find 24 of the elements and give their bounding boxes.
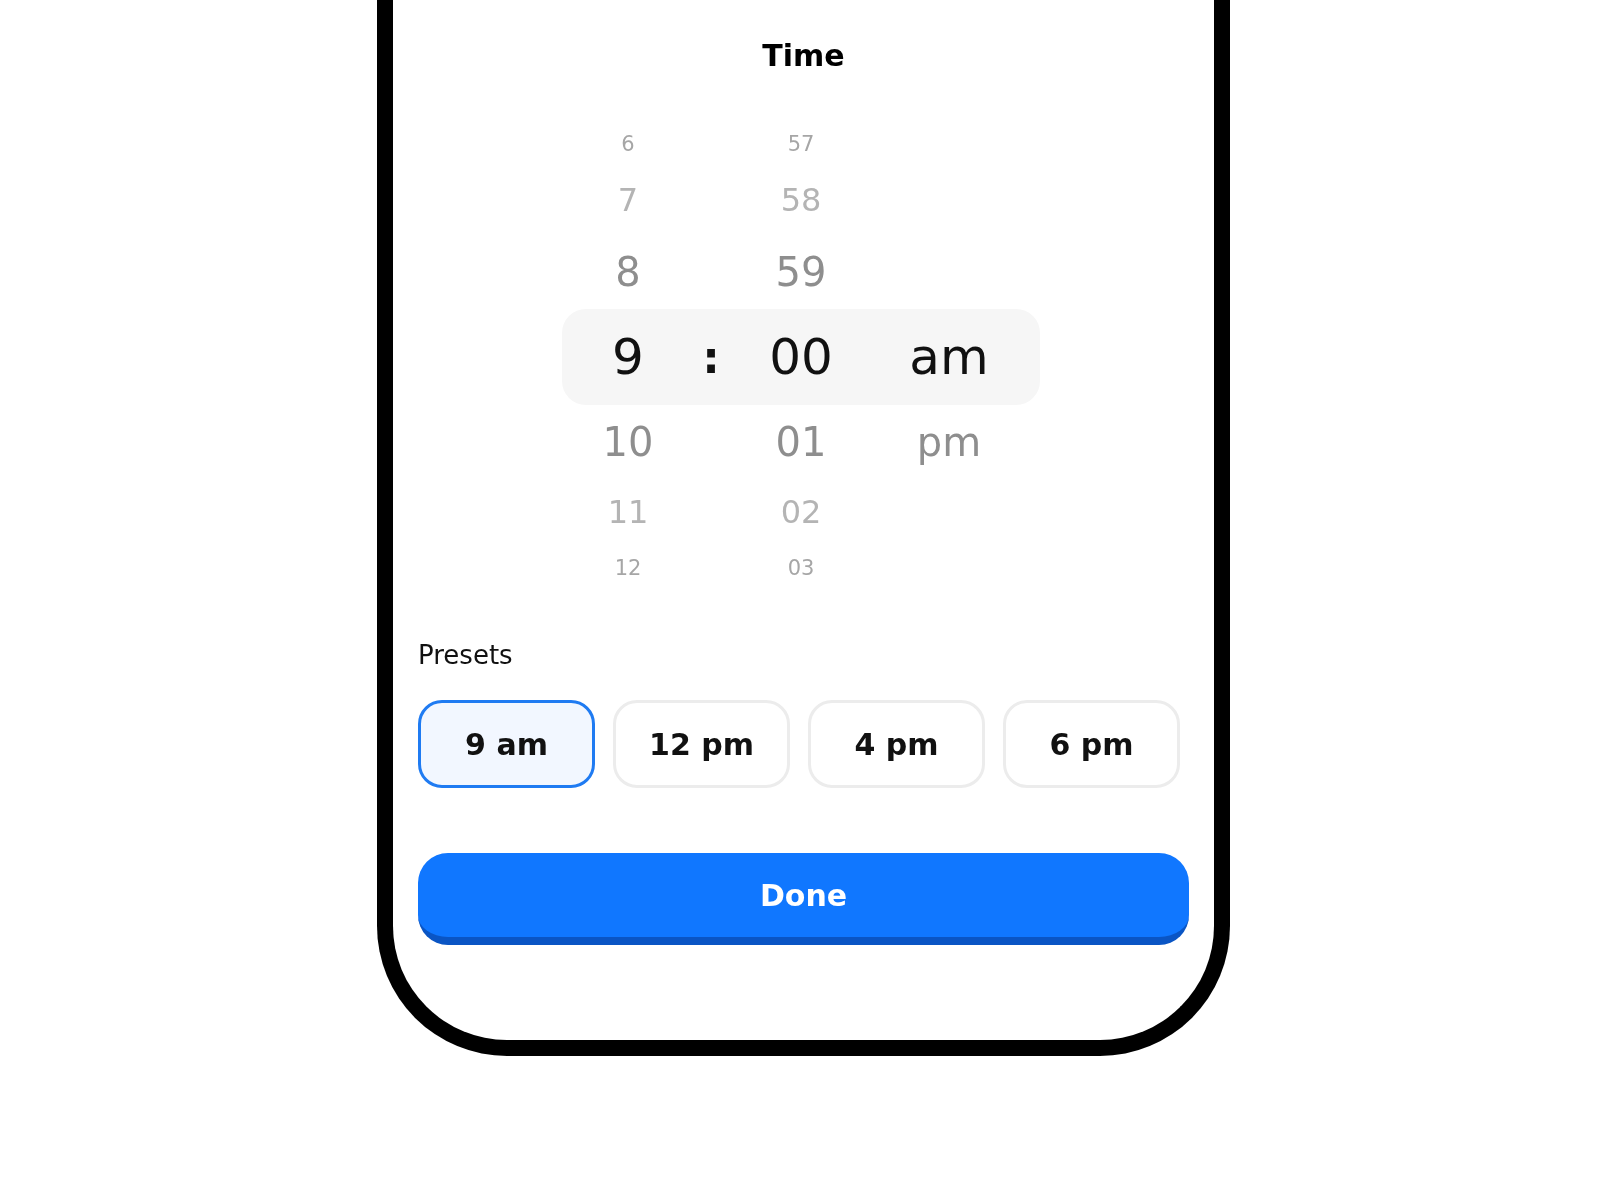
picker-option[interactable]: 12 — [614, 557, 642, 581]
picker-option[interactable]: 59 — [775, 250, 827, 294]
picker-option[interactable]: 9 — [612, 329, 644, 385]
presets-label: Presets — [418, 639, 514, 671]
picker-option[interactable]: 7 — [617, 183, 639, 219]
picker-option[interactable]: 6 — [621, 133, 635, 157]
picker-option[interactable]: 11 — [607, 495, 649, 531]
picker-option[interactable]: am — [909, 329, 989, 385]
picker-option[interactable]: 03 — [787, 557, 815, 581]
picker-option[interactable]: 02 — [780, 495, 822, 531]
picker-option[interactable]: 57 — [787, 133, 815, 157]
picker-option[interactable]: 10 — [602, 420, 654, 464]
picker-option[interactable]: 58 — [780, 183, 822, 219]
picker-option[interactable]: 01 — [775, 420, 827, 464]
picker-option[interactable]: 8 — [615, 250, 641, 294]
preset-button[interactable]: 6 pm — [1003, 700, 1180, 788]
preset-button[interactable]: 4 pm — [808, 700, 985, 788]
preset-button[interactable]: 9 am — [418, 700, 595, 788]
preset-button[interactable]: 12 pm — [613, 700, 790, 788]
picker-option[interactable]: 00 — [769, 329, 833, 385]
time-separator: : — [702, 331, 720, 383]
done-button[interactable]: Done — [418, 853, 1189, 945]
sheet-title: Time — [762, 38, 845, 74]
picker-option[interactable]: pm — [916, 420, 982, 464]
